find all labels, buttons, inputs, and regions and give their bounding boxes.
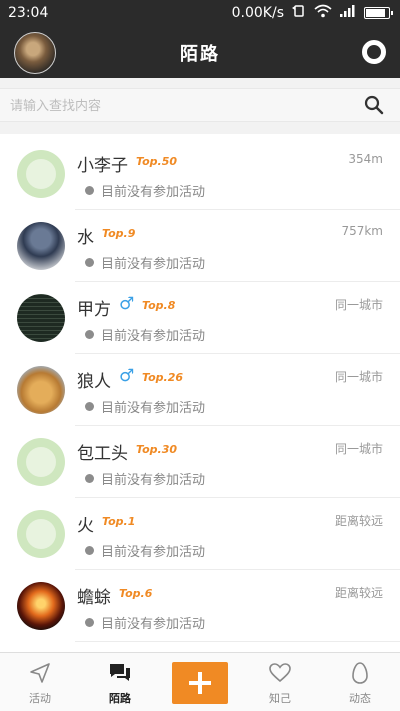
avatar[interactable] <box>17 222 65 270</box>
user-name: 小李子 <box>77 156 128 176</box>
user-name: 水 <box>77 228 94 248</box>
rank-badge: Top.8 <box>142 299 176 312</box>
distance-label: 同一城市 <box>334 442 383 456</box>
user-list: 小李子 Top.50 354m 目前没有参加活动水 Top.9 757km 目前没有参加活动… <box>0 138 400 642</box>
search-bar <box>0 78 400 134</box>
status-text: 目前没有参加活动 <box>101 545 206 560</box>
list-item[interactable]: 包工头 Top.30 同一城市目前没有参加活动 <box>0 426 400 498</box>
list-item[interactable]: 狼人 ♂ Top.26 同一城市目前没有参加活动 <box>0 354 400 426</box>
list-item[interactable]: 甲方 ♂ Top.8 同一城市目前没有参加活动 <box>0 282 400 354</box>
chat-icon <box>110 664 130 681</box>
app-header: 陌路 <box>0 26 400 78</box>
male-icon: ♂ <box>119 366 135 386</box>
rank-badge: Top.30 <box>136 443 178 456</box>
distance-label: 距离较远 <box>334 514 383 528</box>
battery-icon <box>364 7 393 19</box>
search-box <box>0 88 400 122</box>
status-text: 目前没有参加活动 <box>101 257 206 272</box>
rank-badge: Top.6 <box>119 587 153 600</box>
rank-badge: Top.9 <box>102 227 136 240</box>
rank-badge: Top.26 <box>142 371 184 384</box>
tab-label: 陌路 <box>109 692 131 705</box>
list-item[interactable]: 蟾蜍 Top.6 距离较远目前没有参加活动 <box>0 570 400 642</box>
status-dot-icon <box>85 330 94 339</box>
status-dot-icon <box>85 474 94 483</box>
search-input[interactable] <box>10 94 350 118</box>
status-text: 目前没有参加活动 <box>101 401 206 416</box>
status-dot-icon <box>85 618 94 627</box>
rank-badge: Top.50 <box>136 155 178 168</box>
tab-friends[interactable]: 知己 <box>240 653 320 711</box>
heart-icon <box>269 663 291 683</box>
rank-badge: Top.1 <box>102 515 136 528</box>
egg-icon <box>352 662 368 684</box>
status-icons: 0.00K/s <box>231 4 393 22</box>
rotation-lock-icon <box>291 4 307 22</box>
status-text: 目前没有参加活动 <box>101 329 206 344</box>
user-name: 狼人 <box>77 372 111 392</box>
user-name: 火 <box>77 516 94 536</box>
send-icon <box>30 663 50 683</box>
divider <box>75 641 400 642</box>
signal-icon <box>339 4 357 22</box>
wifi-icon <box>314 4 332 22</box>
tab-label: 知己 <box>269 692 291 705</box>
avatar[interactable] <box>17 150 65 198</box>
tab-moments[interactable]: 动态 <box>320 653 400 711</box>
list-item[interactable]: 水 Top.9 757km 目前没有参加活动 <box>0 210 400 282</box>
tab-activity[interactable]: 活动 <box>0 653 80 711</box>
list-item[interactable]: 小李子 Top.50 354m 目前没有参加活动 <box>0 138 400 210</box>
distance-label: 同一城市 <box>334 298 383 312</box>
search-icon[interactable] <box>364 95 384 115</box>
distance-label: 354m <box>348 152 383 166</box>
user-name: 甲方 <box>77 300 111 320</box>
status-text: 目前没有参加活动 <box>101 185 206 200</box>
network-speed: 0.00K/s <box>231 5 284 21</box>
status-time: 23:04 <box>8 5 49 21</box>
avatar[interactable] <box>17 366 65 414</box>
status-dot-icon <box>85 186 94 195</box>
tab-label: 动态 <box>349 692 371 705</box>
add-button[interactable] <box>172 662 228 704</box>
distance-label: 同一城市 <box>334 370 383 384</box>
status-bar: 23:04 0.00K/s <box>0 0 400 26</box>
avatar[interactable] <box>17 510 65 558</box>
tab-strangers[interactable]: 陌路 <box>80 653 160 711</box>
user-name: 蟾蜍 <box>77 588 111 608</box>
status-text: 目前没有参加活动 <box>101 473 206 488</box>
avatar[interactable] <box>17 582 65 630</box>
user-name: 包工头 <box>77 444 128 464</box>
avatar[interactable] <box>17 438 65 486</box>
tab-label: 活动 <box>29 692 51 705</box>
status-dot-icon <box>85 546 94 555</box>
distance-label: 757km <box>341 224 383 238</box>
list-item[interactable]: 火 Top.1 距离较远目前没有参加活动 <box>0 498 400 570</box>
bottom-tab-bar: 活动 陌路 知己 动态 <box>0 652 400 711</box>
page-title: 陌路 <box>180 44 220 65</box>
status-dot-icon <box>85 258 94 267</box>
settings-icon[interactable] <box>362 40 386 64</box>
distance-label: 距离较远 <box>334 586 383 600</box>
status-text: 目前没有参加活动 <box>101 617 206 632</box>
male-icon: ♂ <box>119 294 135 314</box>
status-dot-icon <box>85 402 94 411</box>
avatar[interactable] <box>17 294 65 342</box>
